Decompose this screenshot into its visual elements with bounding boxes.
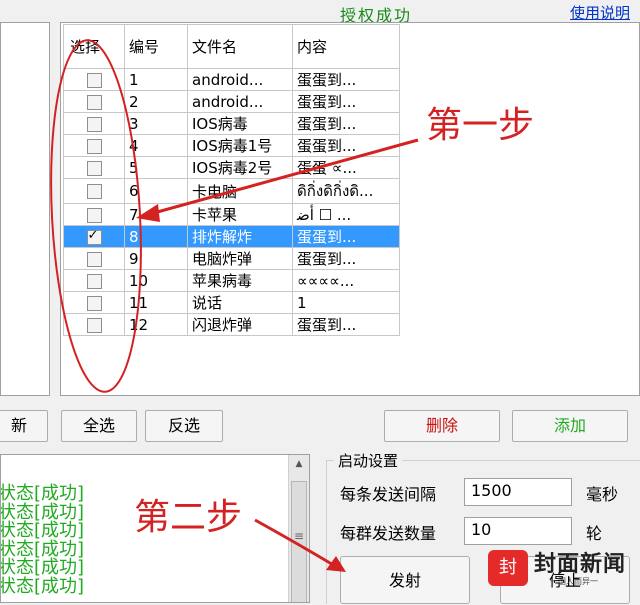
annotation-circle — [50, 39, 142, 393]
annotation-step2: 第二步 — [134, 497, 243, 538]
annotation-arrow-step1 — [149, 138, 419, 216]
annotation-arrow-step2 — [254, 518, 336, 568]
annotation-overlay — [50, 39, 419, 572]
annotation-step1: 第一步 — [426, 105, 535, 146]
